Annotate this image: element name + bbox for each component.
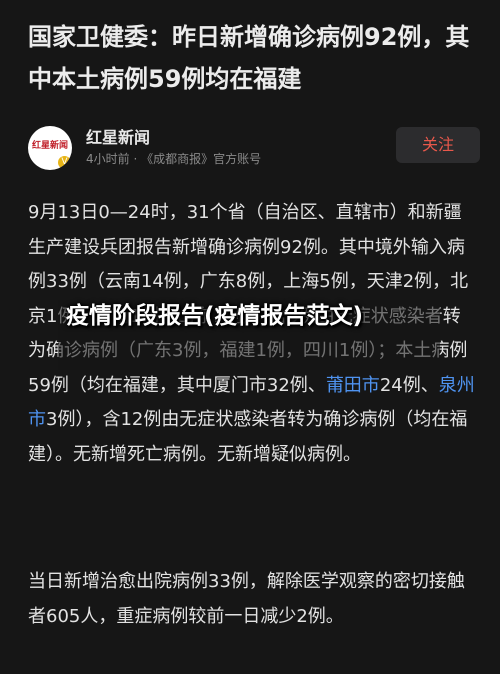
author-bar: 红星新闻 V 红星新闻 4小时前 · 《成都商报》官方账号 关注	[28, 124, 480, 172]
follow-button[interactable]: 关注	[396, 127, 480, 163]
article-headline: 国家卫健委：昨日新增确诊病例92例，其中本土病例59例均在福建	[28, 23, 470, 93]
verified-badge-icon: V	[58, 156, 71, 169]
author-name[interactable]: 红星新闻	[86, 124, 150, 148]
avatar[interactable]: 红星新闻 V	[28, 126, 72, 170]
avatar-logo: 红星新闻	[32, 141, 69, 151]
paragraph-text: 3例），含12例由无症状感染者转为确诊病例（均在福建）。无新增死亡病例。无新增疑…	[28, 409, 468, 465]
author-meta: 4小时前 · 《成都商报》官方账号	[86, 152, 262, 166]
link-putian[interactable]: 莆田市	[326, 375, 380, 396]
overlay-title: 疫情阶段报告(疫情报告范文)	[66, 303, 364, 329]
article-paragraph-2: 当日新增治愈出院病例33例，解除医学观察的密切接触者605人，重症病例较前一日减…	[28, 571, 465, 627]
paragraph-text: 24例、	[379, 374, 439, 396]
